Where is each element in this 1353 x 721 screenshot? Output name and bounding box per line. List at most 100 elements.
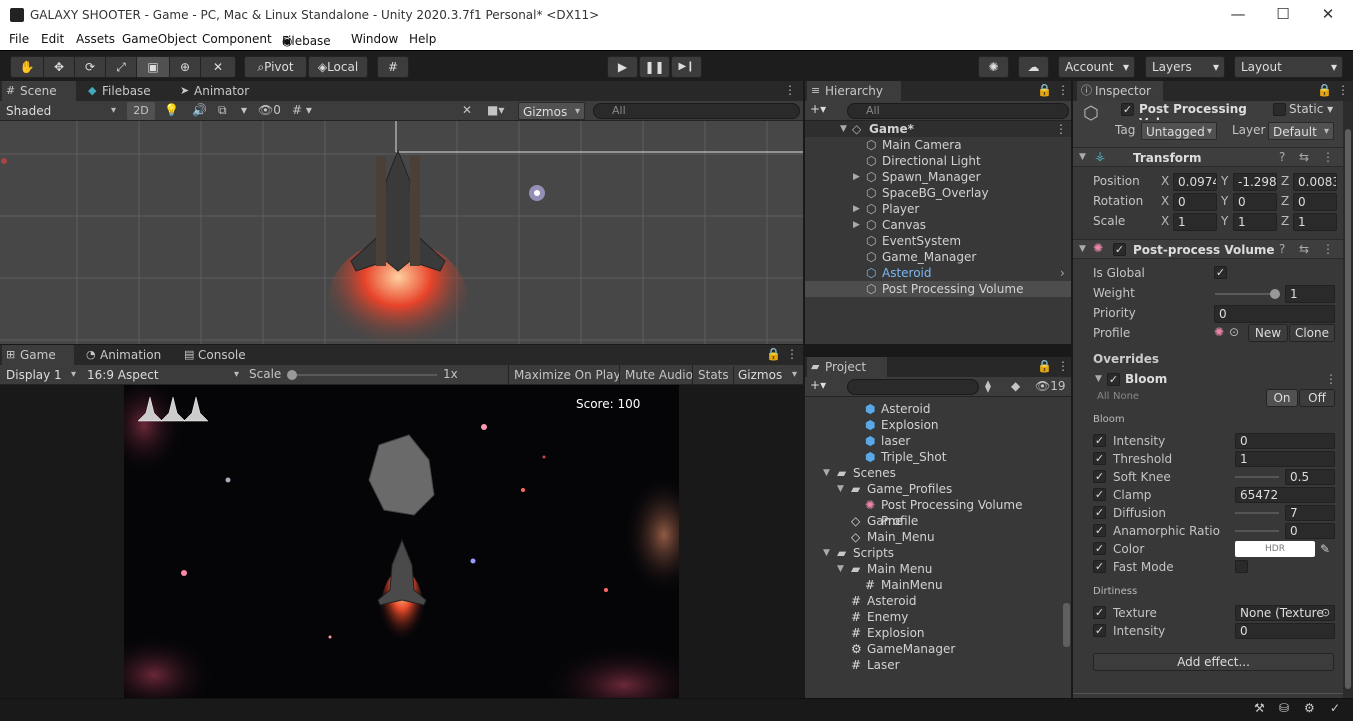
- rect-tool-button[interactable]: ▣: [136, 56, 170, 78]
- volume-header[interactable]: ▼ ✺ ✓ Post-process Volume ? ⇆ ⋮: [1073, 239, 1343, 259]
- create-button[interactable]: +▾: [810, 102, 826, 116]
- transform-header[interactable]: ▼ ⚶ Transform ? ⇆ ⋮: [1073, 147, 1343, 167]
- bloom-header[interactable]: ▼ ✓ Bloom ⋮: [1093, 370, 1339, 390]
- presets-icon[interactable]: ⇆: [1299, 242, 1309, 256]
- hierarchy-item[interactable]: ⬡ Asteroid ›: [805, 265, 1071, 281]
- hidden-objects-toggle[interactable]: 👁0: [258, 103, 281, 117]
- step-button[interactable]: ▶❙: [671, 56, 702, 78]
- debug-icon[interactable]: ⚙: [1304, 701, 1315, 715]
- project-item[interactable]: ◇ Game: [805, 513, 1055, 529]
- chevron-down-icon[interactable]: ▾: [241, 103, 247, 117]
- object-name-field[interactable]: Post Processing Volu: [1139, 102, 1269, 120]
- project-item[interactable]: ⬢ Explosion: [805, 417, 1055, 433]
- bloom-override-checkbox[interactable]: ✓: [1093, 560, 1106, 573]
- play-button[interactable]: ▶: [607, 56, 638, 78]
- game-gizmos-dropdown[interactable]: Gizmos: [733, 366, 801, 384]
- chevron-right-icon[interactable]: ›: [1060, 265, 1065, 281]
- transform-scale-y-field[interactable]: 1: [1233, 213, 1277, 231]
- project-item[interactable]: ▼ ▰ Main Menu: [805, 561, 1055, 577]
- presets-icon[interactable]: ⇆: [1299, 150, 1309, 164]
- tab-project[interactable]: ▰ Project: [807, 357, 887, 377]
- scale-tool-button[interactable]: ⤢: [105, 56, 137, 78]
- audio-icon[interactable]: 🔊: [192, 103, 207, 117]
- scale-slider-handle[interactable]: [287, 370, 297, 380]
- bloom-override-checkbox[interactable]: ✓: [1093, 506, 1106, 519]
- custom-tool-button[interactable]: ✕: [200, 56, 236, 78]
- weight-slider-handle[interactable]: [1270, 289, 1280, 299]
- dirt-override-checkbox[interactable]: ✓: [1093, 606, 1106, 619]
- 2d-toggle[interactable]: 2D: [127, 102, 155, 120]
- tab-scene[interactable]: # Scene: [2, 81, 76, 101]
- project-item[interactable]: ◇ Main_Menu: [805, 529, 1055, 545]
- weight-field[interactable]: 1: [1285, 285, 1335, 303]
- maximize-on-play-toggle[interactable]: Maximize On Play: [508, 365, 626, 385]
- hierarchy-item[interactable]: ▶ ⬡ Player: [805, 201, 1071, 217]
- maximize-button[interactable]: ☐: [1263, 3, 1303, 25]
- bloom-param-slider[interactable]: [1235, 476, 1279, 478]
- transform-position-x-field[interactable]: 0.0974: [1173, 173, 1217, 191]
- hand-tool-button[interactable]: ✋: [10, 56, 44, 78]
- account-dropdown[interactable]: Account ▾: [1058, 56, 1135, 78]
- project-item[interactable]: ▼ ▰ Game_Profiles: [805, 481, 1055, 497]
- layers-dropdown[interactable]: Layers ▾: [1145, 56, 1225, 78]
- tab-animation[interactable]: ◔ Animation: [82, 345, 172, 365]
- gizmos-dropdown[interactable]: Gizmos: [518, 102, 585, 121]
- kebab-menu-icon[interactable]: ⋮: [786, 347, 798, 361]
- aspect-dropdown[interactable]: 16:9 Aspect: [83, 366, 243, 384]
- dirt-param-field[interactable]: None (Texture: [1235, 605, 1335, 621]
- object-picker-icon[interactable]: ⊙: [1229, 325, 1239, 339]
- check-icon[interactable]: ✓: [1330, 701, 1340, 715]
- lock-icon[interactable]: 🔒: [1317, 83, 1332, 97]
- mute-audio-toggle[interactable]: Mute Audio: [619, 365, 698, 385]
- bloom-param-field[interactable]: 0.5: [1285, 469, 1335, 485]
- bloom-off-button[interactable]: Off: [1299, 389, 1335, 407]
- kebab-menu-icon[interactable]: ⋮: [1322, 150, 1334, 164]
- project-search-input[interactable]: [847, 379, 979, 395]
- hidden-packages-toggle[interactable]: 👁19: [1035, 379, 1066, 393]
- project-item[interactable]: # Asteroid: [805, 593, 1055, 609]
- bloom-param-slider[interactable]: [1235, 530, 1279, 532]
- bloom-color-field[interactable]: HDR: [1235, 541, 1315, 557]
- transform-rotation-x-field[interactable]: 0: [1173, 193, 1217, 211]
- transform-scale-z-field[interactable]: 1: [1293, 213, 1337, 231]
- game-view[interactable]: Score: 100: [124, 385, 679, 698]
- bloom-param-field[interactable]: 1: [1235, 451, 1335, 467]
- layer-dropdown[interactable]: Default: [1268, 122, 1334, 141]
- pause-button[interactable]: ❚❚: [639, 56, 670, 78]
- local-toggle[interactable]: ◈Local: [308, 56, 368, 78]
- cloud-button[interactable]: ☁: [1018, 56, 1049, 78]
- project-item[interactable]: ⬢ laser: [805, 433, 1055, 449]
- tab-filebase[interactable]: ◆ Filebase: [84, 81, 164, 101]
- hierarchy-search-input[interactable]: All: [847, 103, 1069, 119]
- bloom-all-link[interactable]: All: [1097, 391, 1109, 402]
- project-item[interactable]: # Enemy: [805, 609, 1055, 625]
- add-effect-button[interactable]: Add effect...: [1093, 653, 1334, 671]
- scene-viewport[interactable]: [0, 121, 803, 344]
- hierarchy-item[interactable]: ⬡ Game_Manager: [805, 249, 1071, 265]
- kebab-menu-icon[interactable]: ⋮: [1322, 242, 1334, 256]
- hierarchy-item[interactable]: ▶ ⬡ Canvas: [805, 217, 1071, 233]
- scale-slider[interactable]: [290, 374, 437, 376]
- object-picker-icon[interactable]: ⊙: [1321, 606, 1330, 619]
- dirt-param-field[interactable]: 0: [1235, 623, 1335, 639]
- display-dropdown[interactable]: Display 1: [2, 366, 80, 384]
- clone-profile-button[interactable]: Clone: [1289, 324, 1335, 342]
- filter-label-icon[interactable]: ◆: [1011, 379, 1020, 393]
- dirt-override-checkbox[interactable]: ✓: [1093, 624, 1106, 637]
- lock-icon[interactable]: 🔒: [766, 347, 781, 361]
- create-button[interactable]: +▾: [810, 378, 826, 392]
- move-tool-button[interactable]: ✥: [43, 56, 75, 78]
- is-global-checkbox[interactable]: ✓: [1214, 266, 1227, 279]
- bloom-override-checkbox[interactable]: ✓: [1093, 524, 1106, 537]
- menu-assets[interactable]: Assets: [76, 32, 115, 46]
- bloom-param-field[interactable]: 7: [1285, 505, 1335, 521]
- bloom-override-checkbox[interactable]: ✓: [1093, 542, 1106, 555]
- inspector-scrollbar[interactable]: [1345, 129, 1351, 689]
- fast-mode-checkbox[interactable]: [1235, 560, 1248, 573]
- priority-field[interactable]: 0: [1214, 305, 1335, 323]
- active-checkbox[interactable]: ✓: [1121, 103, 1134, 116]
- lock-icon[interactable]: 🔒: [1037, 359, 1052, 373]
- shading-mode-dropdown[interactable]: Shaded: [2, 102, 120, 120]
- kebab-menu-icon[interactable]: ⋮: [1057, 359, 1069, 373]
- new-profile-button[interactable]: New: [1248, 324, 1288, 342]
